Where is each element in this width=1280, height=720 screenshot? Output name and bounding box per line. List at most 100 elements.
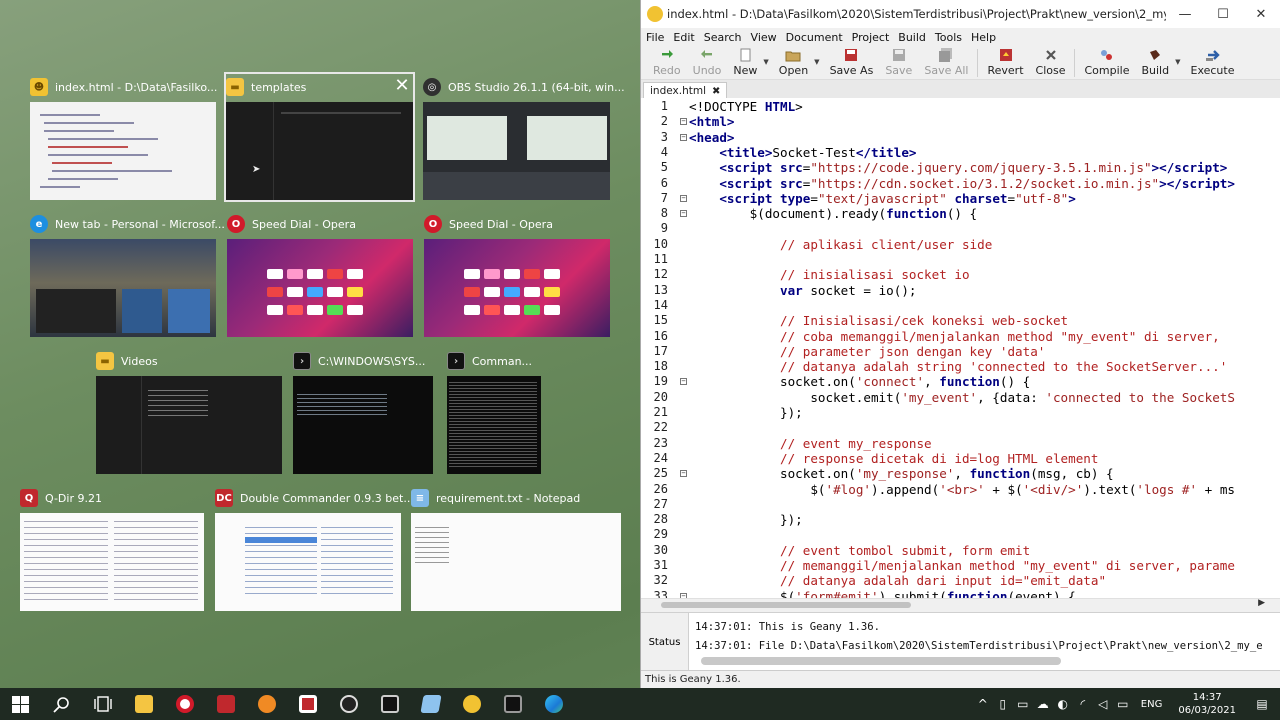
code-line[interactable]: 23 // event my_response bbox=[641, 436, 1280, 451]
close-button[interactable]: ✕ bbox=[1242, 7, 1280, 22]
minimize-button[interactable]: — bbox=[1166, 7, 1204, 22]
volume-icon[interactable]: ◁ bbox=[1093, 697, 1113, 711]
code-line[interactable]: 16 // coba memanggil/menjalankan method … bbox=[641, 329, 1280, 344]
taskbar-file-explorer[interactable] bbox=[123, 688, 164, 720]
menu-search[interactable]: Search bbox=[704, 31, 742, 44]
execute-button[interactable]: Execute bbox=[1185, 48, 1241, 77]
taskbar-avast[interactable] bbox=[246, 688, 287, 720]
window-thumb-geany[interactable]: ☻ index.html - D:\Data\Fasilko... bbox=[30, 74, 217, 200]
battery-icon[interactable]: ▭ bbox=[1113, 697, 1133, 711]
horizontal-scrollbar[interactable]: ▶ bbox=[641, 598, 1280, 610]
fold-toggle-icon[interactable]: − bbox=[680, 133, 687, 141]
code-line[interactable]: 24 // response dicetak di id=log HTML el… bbox=[641, 451, 1280, 466]
code-line[interactable]: 9 bbox=[641, 221, 1280, 236]
compile-button[interactable]: Compile bbox=[1078, 48, 1135, 77]
code-line[interactable]: 27 bbox=[641, 497, 1280, 512]
code-line[interactable]: 30 // event tombol submit, form emit bbox=[641, 543, 1280, 558]
message-scrollbar-thumb[interactable] bbox=[701, 657, 1061, 665]
code-line[interactable]: 17 // parameter json dengan key 'data' bbox=[641, 344, 1280, 359]
menu-tools[interactable]: Tools bbox=[935, 31, 962, 44]
title-bar[interactable]: index.html - D:\Data\Fasilkom\2020\Siste… bbox=[641, 0, 1280, 28]
code-line[interactable]: 18 // datanya adalah string 'connected t… bbox=[641, 359, 1280, 374]
code-line[interactable]: 22 bbox=[641, 420, 1280, 435]
display-icon[interactable]: ▭ bbox=[1013, 697, 1033, 711]
code-editor[interactable]: 1 <!DOCTYPE HTML> 2− <html> 3− <head> 4 <title… bbox=[641, 98, 1280, 598]
new-dropdown-arrow[interactable]: ▼ bbox=[763, 58, 768, 66]
code-line[interactable]: 33− $('form#emit').submit(function(event… bbox=[641, 589, 1280, 598]
code-line[interactable]: 13 var socket = io(); bbox=[641, 283, 1280, 298]
menu-build[interactable]: Build bbox=[898, 31, 926, 44]
undo-button[interactable]: Undo bbox=[687, 48, 728, 77]
save-as-button[interactable]: Save As bbox=[824, 48, 880, 77]
open-dropdown-arrow[interactable]: ▼ bbox=[814, 58, 819, 66]
tab-close-icon[interactable]: ✖ bbox=[712, 86, 720, 97]
maximize-button[interactable]: ☐ bbox=[1204, 7, 1242, 22]
window-thumb-obs[interactable]: ◎ OBS Studio 26.1.1 (64-bit, win... bbox=[423, 74, 625, 200]
fold-toggle-icon[interactable]: − bbox=[680, 470, 687, 478]
build-dropdown-arrow[interactable]: ▼ bbox=[1175, 58, 1180, 66]
taskbar-geany[interactable] bbox=[451, 688, 492, 720]
fold-toggle-icon[interactable]: − bbox=[680, 378, 687, 386]
search-button[interactable] bbox=[41, 688, 82, 720]
fold-toggle-icon[interactable]: − bbox=[680, 194, 687, 202]
fold-toggle-icon[interactable]: − bbox=[680, 118, 687, 126]
close-icon[interactable]: ✕ bbox=[391, 74, 413, 96]
code-line[interactable]: 14 bbox=[641, 298, 1280, 313]
revert-button[interactable]: Revert bbox=[981, 48, 1029, 77]
taskbar-cmd[interactable] bbox=[369, 688, 410, 720]
code-line[interactable]: 8 − $(document).ready(function() { bbox=[641, 206, 1280, 221]
window-thumb-double-commander[interactable]: DC Double Commander 0.9.3 bet... bbox=[215, 485, 414, 611]
taskbar-double-commander[interactable] bbox=[205, 688, 246, 720]
window-thumb-opera-2[interactable]: O Speed Dial - Opera bbox=[424, 211, 610, 337]
language-indicator[interactable]: ENG bbox=[1133, 699, 1171, 710]
window-thumb-qdir[interactable]: Q Q-Dir 9.21 bbox=[20, 485, 204, 611]
window-thumb-templates[interactable]: ▬ templates ✕ ➤ bbox=[224, 72, 415, 202]
menu-project[interactable]: Project bbox=[852, 31, 890, 44]
window-thumb-notepad[interactable]: ≡ requirement.txt - Notepad bbox=[411, 485, 621, 611]
build-button[interactable]: Build bbox=[1135, 48, 1175, 77]
code-line[interactable]: 10 // aplikasi client/user side bbox=[641, 237, 1280, 252]
code-line[interactable]: 4 <title>Socket-Test</title> bbox=[641, 145, 1280, 160]
code-line[interactable]: 20 socket.emit('my_event', {data: 'conne… bbox=[641, 390, 1280, 405]
scroll-right-arrow-icon[interactable]: ▶ bbox=[1258, 598, 1265, 608]
notification-icon[interactable]: ▤ bbox=[1244, 697, 1280, 711]
code-line[interactable]: 6 <script src="https://cdn.socket.io/3.1… bbox=[641, 176, 1280, 191]
taskbar-opera[interactable] bbox=[164, 688, 205, 720]
menu-document[interactable]: Document bbox=[786, 31, 843, 44]
code-line[interactable]: 1 <!DOCTYPE HTML> bbox=[641, 99, 1280, 114]
code-line[interactable]: 7 − <script type="text/javascript" charse… bbox=[641, 191, 1280, 206]
clock[interactable]: 14:37 06/03/2021 bbox=[1170, 691, 1244, 717]
redo-button[interactable]: Redo bbox=[647, 48, 687, 77]
taskbar-edge[interactable] bbox=[533, 688, 574, 720]
code-line[interactable]: 25 − socket.on('my_response', function(ms… bbox=[641, 466, 1280, 481]
code-line[interactable]: 28 }); bbox=[641, 512, 1280, 527]
taskbar-terminal[interactable] bbox=[492, 688, 533, 720]
code-line[interactable]: 26 $('#log').append('<br>' + $('<div/>')… bbox=[641, 482, 1280, 497]
code-line[interactable]: 15 // Inisialisasi/cek koneksi web-socke… bbox=[641, 313, 1280, 328]
wifi-icon[interactable]: ◜ bbox=[1073, 697, 1093, 711]
window-thumb-cmd-1[interactable]: › C:\WINDOWS\SYS... bbox=[293, 348, 433, 474]
fold-toggle-icon[interactable]: − bbox=[680, 210, 687, 218]
save-all-button[interactable]: Save All bbox=[918, 48, 974, 77]
code-line[interactable]: 29 bbox=[641, 527, 1280, 542]
code-line[interactable]: 32 // datanya adalah dari input id="emit… bbox=[641, 573, 1280, 588]
code-line[interactable]: 11 bbox=[641, 252, 1280, 267]
usb-icon[interactable]: ▯ bbox=[993, 697, 1013, 711]
network-icon[interactable]: ◐ bbox=[1053, 697, 1073, 711]
window-thumb-cmd-2[interactable]: › Comman... bbox=[447, 348, 541, 474]
taskbar-notepad[interactable] bbox=[410, 688, 451, 720]
code-line[interactable]: 3 − <head> bbox=[641, 130, 1280, 145]
status-tab[interactable]: Status bbox=[641, 613, 689, 671]
task-view-button[interactable] bbox=[82, 688, 123, 720]
cloud-icon[interactable]: ☁ bbox=[1033, 697, 1053, 711]
window-thumb-opera-1[interactable]: O Speed Dial - Opera bbox=[227, 211, 413, 337]
open-button[interactable]: Open bbox=[773, 48, 814, 77]
code-line[interactable]: 21 }); bbox=[641, 405, 1280, 420]
new-button[interactable]: New bbox=[727, 48, 763, 77]
window-thumb-edge[interactable]: e New tab - Personal - Microsof... bbox=[30, 211, 225, 337]
taskbar-qdir[interactable] bbox=[287, 688, 328, 720]
menu-file[interactable]: File bbox=[646, 31, 664, 44]
code-line[interactable]: 19 − socket.on('connect', function() { bbox=[641, 374, 1280, 389]
start-button[interactable] bbox=[0, 688, 41, 720]
code-line[interactable]: 5 <script src="https://code.jquery.com/j… bbox=[641, 160, 1280, 175]
